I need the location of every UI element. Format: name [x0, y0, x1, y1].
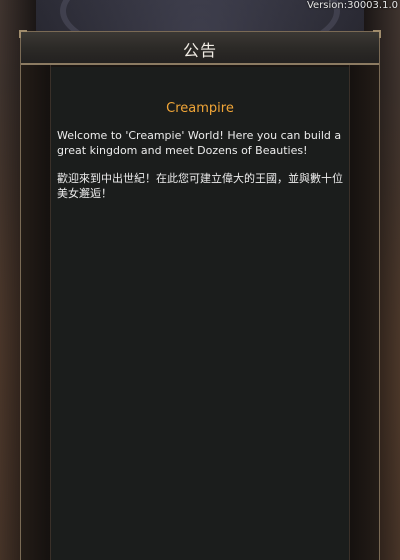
notice-chinese-text: 歡迎來到中出世紀！在此您可建立偉大的王國，並與數十位美女邂逅！ [57, 172, 343, 200]
dialog-side-rail-left [21, 65, 51, 560]
version-label: Version:30003.1.0 [306, 0, 398, 11]
dialog-header: 公告 [19, 30, 381, 65]
dialog-title: 公告 [182, 41, 217, 60]
corner-ornament-right [373, 30, 381, 38]
game-screen: Version:30003.1.0 公告 Creampire Welcome t… [0, 0, 400, 560]
notice-dialog: 公告 Creampire Welcome to 'Creampie' World… [19, 30, 381, 560]
dialog-side-rail-right [349, 65, 379, 560]
notice-heading: Creampire [166, 101, 234, 116]
notice-content-scroll[interactable]: Creampire Welcome to 'Creampie' World! H… [51, 67, 349, 560]
corner-ornament-left [19, 30, 27, 38]
notice-english-text: Welcome to 'Creampie' World! Here you ca… [57, 129, 342, 157]
